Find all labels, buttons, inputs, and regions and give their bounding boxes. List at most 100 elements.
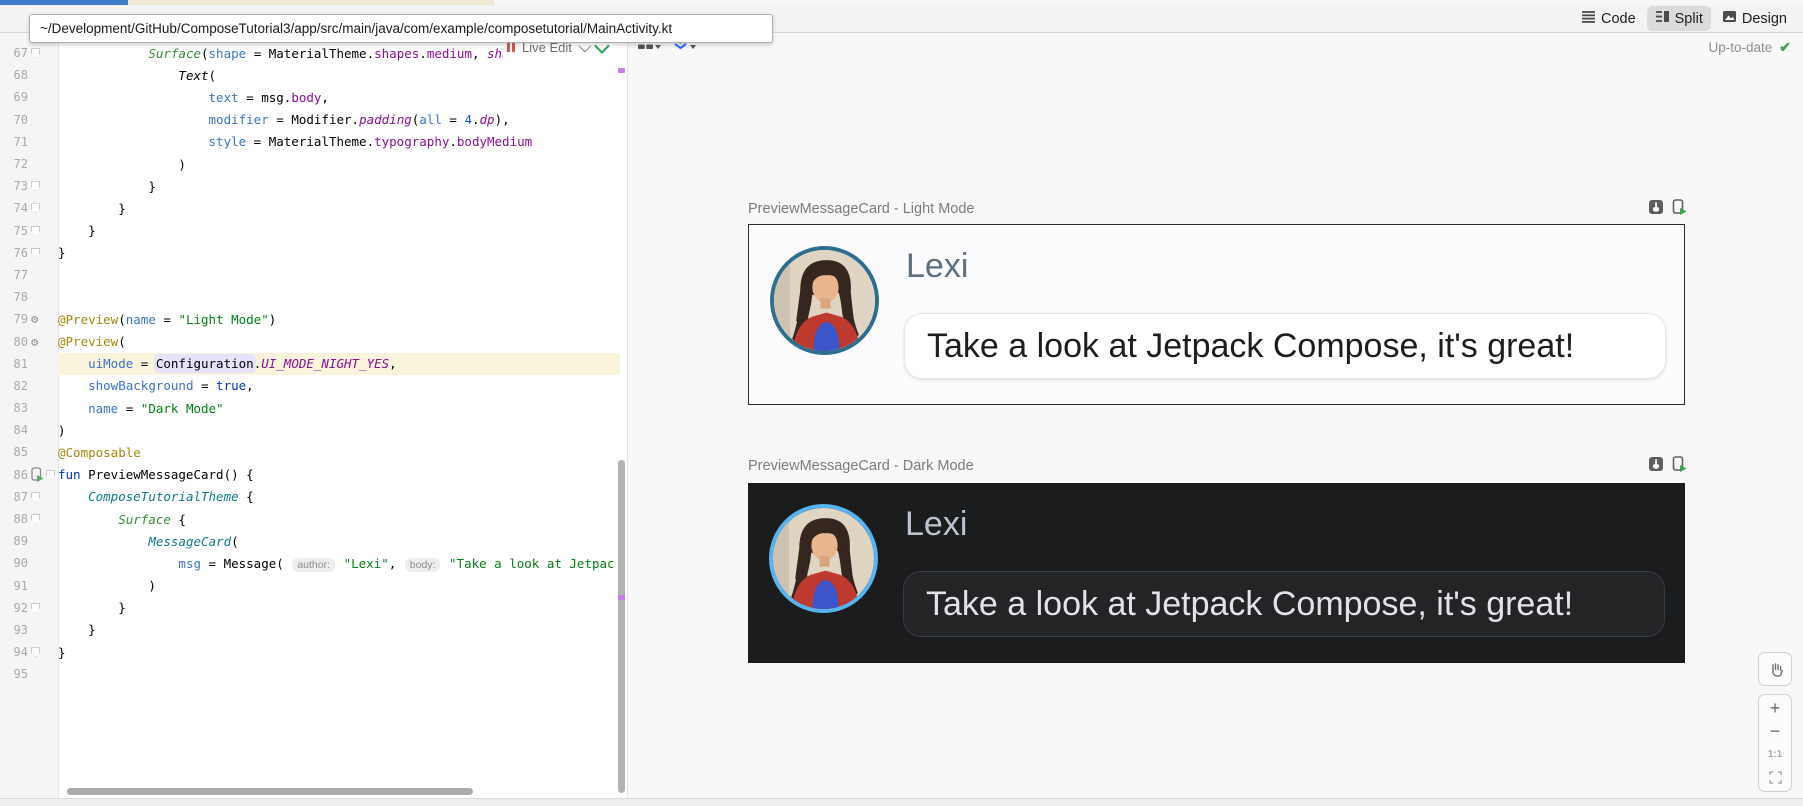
fold-marker-icon[interactable] xyxy=(46,470,55,480)
code-line-77[interactable]: 77 xyxy=(0,264,620,286)
code-text: } xyxy=(58,179,156,194)
line-number: 85 xyxy=(0,445,31,459)
code-line-76[interactable]: 76} xyxy=(0,242,620,264)
interactive-preview-icon[interactable] xyxy=(1648,456,1664,476)
line-number: 82 xyxy=(0,379,31,393)
code-line-74[interactable]: 74 } xyxy=(0,197,620,219)
preview-sync-status-label: Up-to-date xyxy=(1708,40,1772,55)
line-number: 75 xyxy=(0,224,31,238)
code-line-88[interactable]: 88 Surface { xyxy=(0,508,620,530)
view-mode-split-button[interactable]: Split xyxy=(1647,6,1711,31)
code-line-85[interactable]: 85 @Composable xyxy=(0,441,620,463)
fold-marker-icon[interactable] xyxy=(31,514,40,524)
code-line-94[interactable]: 94} xyxy=(0,641,620,663)
code-line-87[interactable]: 87 ComposeTutorialTheme { xyxy=(0,486,620,508)
line-number: 73 xyxy=(0,179,31,193)
zoom-to-fit-button[interactable] xyxy=(1759,766,1791,789)
compose-preview-pane: Up-to-date ✔ PreviewMessageCard - Light … xyxy=(628,33,1803,798)
message-author: Lexi xyxy=(905,505,967,544)
view-mode-split-label: Split xyxy=(1675,11,1703,27)
preview-section-header-dark: PreviewMessageCard - Dark Mode xyxy=(748,457,1687,475)
line-number: 92 xyxy=(0,601,31,615)
preview-settings-gear-icon[interactable]: ⚙ xyxy=(31,336,38,348)
code-text: @Preview(name = "Light Mode") xyxy=(58,312,276,327)
code-line-72[interactable]: 72 ) xyxy=(0,153,620,175)
code-line-73[interactable]: 73 } xyxy=(0,175,620,197)
code-line-69[interactable]: 69 text = msg.body, xyxy=(0,86,620,108)
zoom-out-button[interactable]: − xyxy=(1759,720,1791,743)
code-editor-pane[interactable]: 67 Surface(shape = MaterialTheme.shapes.… xyxy=(0,33,627,798)
line-number: 88 xyxy=(0,512,31,526)
line-number: 70 xyxy=(0,113,31,127)
fold-marker-icon[interactable] xyxy=(31,181,40,191)
fold-marker-icon[interactable] xyxy=(31,248,40,258)
view-options-caret-icon xyxy=(655,45,661,49)
run-preview-icon[interactable] xyxy=(1672,456,1687,476)
hand-icon xyxy=(1767,661,1784,678)
zoom-in-button[interactable]: + xyxy=(1759,697,1791,720)
fold-marker-icon[interactable] xyxy=(31,492,40,502)
editor-horizontal-scrollbar[interactable] xyxy=(67,788,473,795)
code-line-81[interactable]: 81 uiMode = Configuration.UI_MODE_NIGHT_… xyxy=(0,353,620,375)
fold-marker-icon[interactable] xyxy=(31,647,40,657)
zoom-actual-size-button[interactable]: 1:1 xyxy=(1759,743,1791,766)
message-bubble: Take a look at Jetpack Compose, it's gre… xyxy=(904,313,1666,379)
interactive-preview-icon[interactable] xyxy=(1648,199,1664,219)
code-line-75[interactable]: 75 } xyxy=(0,220,620,242)
pan-preview-button[interactable] xyxy=(1758,652,1792,686)
line-number: 67 xyxy=(0,46,31,60)
code-text: @Composable xyxy=(58,445,141,460)
code-text: text = msg.body, xyxy=(58,90,329,105)
status-strip xyxy=(0,798,1803,806)
code-line-68[interactable]: 68 Text( xyxy=(0,64,620,86)
code-line-92[interactable]: 92 } xyxy=(0,597,620,619)
preview-card-dark: Lexi Take a look at Jetpack Compose, it'… xyxy=(748,483,1685,663)
live-edit-pause-icon[interactable] xyxy=(507,43,515,52)
preview-settings-gear-icon[interactable]: ⚙ xyxy=(31,313,38,325)
code-text: } xyxy=(58,223,96,238)
run-preview-gutter-icon[interactable] xyxy=(31,467,44,482)
code-line-71[interactable]: 71 style = MaterialTheme.typography.body… xyxy=(0,131,620,153)
line-number: 91 xyxy=(0,579,31,593)
code-text: uiMode = Configuration.UI_MODE_NIGHT_YES… xyxy=(58,356,397,371)
code-lines[interactable]: 67 Surface(shape = MaterialTheme.shapes.… xyxy=(0,42,620,685)
view-mode-code-button[interactable]: Code xyxy=(1573,6,1644,31)
code-text: msg = Message( author: "Lexi", body: "Ta… xyxy=(58,556,615,571)
avatar xyxy=(770,246,879,355)
code-line-83[interactable]: 83 name = "Dark Mode" xyxy=(0,397,620,419)
view-mode-code-label: Code xyxy=(1601,11,1636,27)
code-line-90[interactable]: 90 msg = Message( author: "Lexi", body: … xyxy=(0,552,620,574)
code-line-70[interactable]: 70 modifier = Modifier.padding(all = 4.d… xyxy=(0,109,620,131)
view-mode-design-button[interactable]: Design xyxy=(1714,6,1795,31)
code-line-86[interactable]: 86fun PreviewMessageCard() { xyxy=(0,464,620,486)
code-line-93[interactable]: 93 } xyxy=(0,619,620,641)
android-studio-window: Code Split Design 67 Surface(shape = Mat… xyxy=(0,0,1803,806)
preview-title-dark: PreviewMessageCard - Dark Mode xyxy=(748,458,974,474)
fold-marker-icon[interactable] xyxy=(31,603,40,613)
code-line-89[interactable]: 89 MessageCard( xyxy=(0,530,620,552)
code-text: } xyxy=(58,600,126,615)
code-line-80[interactable]: 80⚙@Preview( xyxy=(0,330,620,352)
fold-marker-icon[interactable] xyxy=(31,226,40,236)
editor-vertical-scrollbar[interactable] xyxy=(618,460,625,793)
code-text: MessageCard( xyxy=(58,534,239,549)
collapse-all-caret-icon xyxy=(690,45,696,49)
line-number: 87 xyxy=(0,490,31,504)
run-preview-icon[interactable] xyxy=(1672,199,1687,219)
code-line-84[interactable]: 84) xyxy=(0,419,620,441)
code-line-79[interactable]: 79⚙@Preview(name = "Light Mode") xyxy=(0,308,620,330)
fit-to-screen-icon xyxy=(1769,771,1782,784)
fold-marker-icon[interactable] xyxy=(31,203,40,213)
code-line-91[interactable]: 91 ) xyxy=(0,575,620,597)
preview-card-light: Lexi Take a look at Jetpack Compose, it'… xyxy=(748,224,1685,405)
line-number: 78 xyxy=(0,290,31,304)
code-line-78[interactable]: 78 xyxy=(0,286,620,308)
code-line-82[interactable]: 82 showBackground = true, xyxy=(0,375,620,397)
fold-marker-icon[interactable] xyxy=(31,48,40,58)
line-number: 90 xyxy=(0,556,31,570)
code-text: Surface { xyxy=(58,512,186,527)
code-line-95[interactable]: 95 xyxy=(0,663,620,685)
code-text: @Preview( xyxy=(58,334,126,349)
design-view-icon xyxy=(1722,9,1737,28)
line-number: 77 xyxy=(0,268,31,282)
